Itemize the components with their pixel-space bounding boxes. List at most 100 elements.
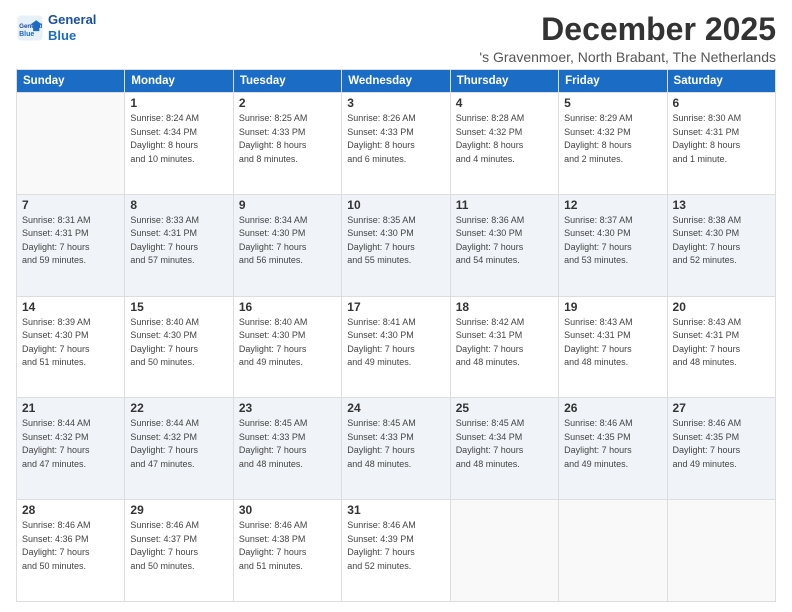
day-info: Sunrise: 8:46 AM bbox=[347, 519, 444, 533]
day-info: Daylight: 7 hours bbox=[347, 444, 444, 458]
day-cell: 16Sunrise: 8:40 AMSunset: 4:30 PMDayligh… bbox=[233, 296, 341, 398]
day-info: Sunset: 4:30 PM bbox=[239, 227, 336, 241]
day-number: 11 bbox=[456, 198, 553, 212]
day-info: Sunset: 4:35 PM bbox=[673, 431, 770, 445]
logo-icon: General Blue bbox=[16, 14, 44, 42]
day-info: Daylight: 7 hours bbox=[456, 444, 553, 458]
col-header-saturday: Saturday bbox=[667, 70, 775, 93]
day-info: Sunrise: 8:46 AM bbox=[22, 519, 119, 533]
day-cell: 12Sunrise: 8:37 AMSunset: 4:30 PMDayligh… bbox=[559, 194, 667, 296]
day-cell: 6Sunrise: 8:30 AMSunset: 4:31 PMDaylight… bbox=[667, 93, 775, 195]
day-cell: 19Sunrise: 8:43 AMSunset: 4:31 PMDayligh… bbox=[559, 296, 667, 398]
day-info: and 59 minutes. bbox=[22, 254, 119, 268]
day-info: Daylight: 7 hours bbox=[673, 343, 770, 357]
day-number: 28 bbox=[22, 503, 119, 517]
day-info: and 48 minutes. bbox=[673, 356, 770, 370]
day-info: Sunrise: 8:40 AM bbox=[130, 316, 227, 330]
day-info: and 48 minutes. bbox=[456, 458, 553, 472]
day-number: 9 bbox=[239, 198, 336, 212]
day-info: Sunset: 4:32 PM bbox=[456, 126, 553, 140]
day-info: Sunset: 4:33 PM bbox=[239, 126, 336, 140]
day-cell: 27Sunrise: 8:46 AMSunset: 4:35 PMDayligh… bbox=[667, 398, 775, 500]
day-info: Sunrise: 8:45 AM bbox=[456, 417, 553, 431]
day-info: and 47 minutes. bbox=[22, 458, 119, 472]
day-info: Sunrise: 8:26 AM bbox=[347, 112, 444, 126]
location-title: 's Gravenmoer, North Brabant, The Nether… bbox=[479, 49, 776, 65]
day-number: 16 bbox=[239, 300, 336, 314]
day-cell: 22Sunrise: 8:44 AMSunset: 4:32 PMDayligh… bbox=[125, 398, 233, 500]
day-cell: 30Sunrise: 8:46 AMSunset: 4:38 PMDayligh… bbox=[233, 500, 341, 602]
day-info: Sunrise: 8:46 AM bbox=[564, 417, 661, 431]
day-info: and 55 minutes. bbox=[347, 254, 444, 268]
day-cell: 15Sunrise: 8:40 AMSunset: 4:30 PMDayligh… bbox=[125, 296, 233, 398]
day-info: Sunset: 4:30 PM bbox=[347, 329, 444, 343]
day-cell: 28Sunrise: 8:46 AMSunset: 4:36 PMDayligh… bbox=[17, 500, 125, 602]
day-info: Daylight: 7 hours bbox=[22, 444, 119, 458]
day-cell bbox=[17, 93, 125, 195]
day-cell: 14Sunrise: 8:39 AMSunset: 4:30 PMDayligh… bbox=[17, 296, 125, 398]
day-info: Sunset: 4:32 PM bbox=[22, 431, 119, 445]
day-number: 21 bbox=[22, 401, 119, 415]
day-number: 3 bbox=[347, 96, 444, 110]
day-info: Sunset: 4:31 PM bbox=[673, 126, 770, 140]
logo-text-general: General bbox=[48, 12, 96, 28]
day-info: Daylight: 7 hours bbox=[22, 241, 119, 255]
day-info: Sunrise: 8:31 AM bbox=[22, 214, 119, 228]
day-info: Sunrise: 8:28 AM bbox=[456, 112, 553, 126]
day-info: Sunset: 4:32 PM bbox=[130, 431, 227, 445]
day-info: and 2 minutes. bbox=[564, 153, 661, 167]
col-header-monday: Monday bbox=[125, 70, 233, 93]
day-info: and 49 minutes. bbox=[239, 356, 336, 370]
day-info: Sunset: 4:33 PM bbox=[347, 431, 444, 445]
week-row-2: 7Sunrise: 8:31 AMSunset: 4:31 PMDaylight… bbox=[17, 194, 776, 296]
day-info: Sunrise: 8:44 AM bbox=[22, 417, 119, 431]
title-block: December 2025 's Gravenmoer, North Braba… bbox=[479, 12, 776, 65]
day-info: Daylight: 7 hours bbox=[564, 241, 661, 255]
day-cell: 25Sunrise: 8:45 AMSunset: 4:34 PMDayligh… bbox=[450, 398, 558, 500]
day-info: and 50 minutes. bbox=[130, 560, 227, 574]
day-info: Sunrise: 8:45 AM bbox=[347, 417, 444, 431]
day-info: Daylight: 7 hours bbox=[22, 343, 119, 357]
day-cell: 13Sunrise: 8:38 AMSunset: 4:30 PMDayligh… bbox=[667, 194, 775, 296]
day-number: 18 bbox=[456, 300, 553, 314]
col-header-sunday: Sunday bbox=[17, 70, 125, 93]
day-info: Daylight: 8 hours bbox=[347, 139, 444, 153]
day-info: Sunrise: 8:43 AM bbox=[673, 316, 770, 330]
day-info: Daylight: 7 hours bbox=[564, 444, 661, 458]
day-info: Daylight: 7 hours bbox=[239, 343, 336, 357]
day-cell: 8Sunrise: 8:33 AMSunset: 4:31 PMDaylight… bbox=[125, 194, 233, 296]
day-info: Daylight: 7 hours bbox=[347, 546, 444, 560]
day-info: and 50 minutes. bbox=[22, 560, 119, 574]
day-info: and 52 minutes. bbox=[673, 254, 770, 268]
day-info: Sunrise: 8:24 AM bbox=[130, 112, 227, 126]
day-info: Sunset: 4:32 PM bbox=[564, 126, 661, 140]
day-info: Sunset: 4:31 PM bbox=[673, 329, 770, 343]
day-number: 7 bbox=[22, 198, 119, 212]
day-info: Daylight: 7 hours bbox=[130, 546, 227, 560]
day-info: and 56 minutes. bbox=[239, 254, 336, 268]
week-row-5: 28Sunrise: 8:46 AMSunset: 4:36 PMDayligh… bbox=[17, 500, 776, 602]
day-info: Daylight: 8 hours bbox=[564, 139, 661, 153]
day-info: Sunset: 4:31 PM bbox=[564, 329, 661, 343]
day-info: and 52 minutes. bbox=[347, 560, 444, 574]
day-info: Sunset: 4:30 PM bbox=[456, 227, 553, 241]
day-info: and 48 minutes. bbox=[456, 356, 553, 370]
day-info: Daylight: 7 hours bbox=[673, 444, 770, 458]
day-info: Sunrise: 8:37 AM bbox=[564, 214, 661, 228]
day-number: 15 bbox=[130, 300, 227, 314]
week-row-1: 1Sunrise: 8:24 AMSunset: 4:34 PMDaylight… bbox=[17, 93, 776, 195]
day-info: Sunrise: 8:46 AM bbox=[130, 519, 227, 533]
day-info: and 49 minutes. bbox=[564, 458, 661, 472]
day-info: Sunrise: 8:35 AM bbox=[347, 214, 444, 228]
day-info: and 57 minutes. bbox=[130, 254, 227, 268]
day-info: and 50 minutes. bbox=[130, 356, 227, 370]
day-info: and 1 minute. bbox=[673, 153, 770, 167]
day-info: and 48 minutes. bbox=[564, 356, 661, 370]
day-number: 19 bbox=[564, 300, 661, 314]
day-info: and 10 minutes. bbox=[130, 153, 227, 167]
day-cell: 2Sunrise: 8:25 AMSunset: 4:33 PMDaylight… bbox=[233, 93, 341, 195]
day-info: Daylight: 7 hours bbox=[673, 241, 770, 255]
day-info: Sunset: 4:30 PM bbox=[564, 227, 661, 241]
day-info: Sunrise: 8:34 AM bbox=[239, 214, 336, 228]
day-number: 24 bbox=[347, 401, 444, 415]
